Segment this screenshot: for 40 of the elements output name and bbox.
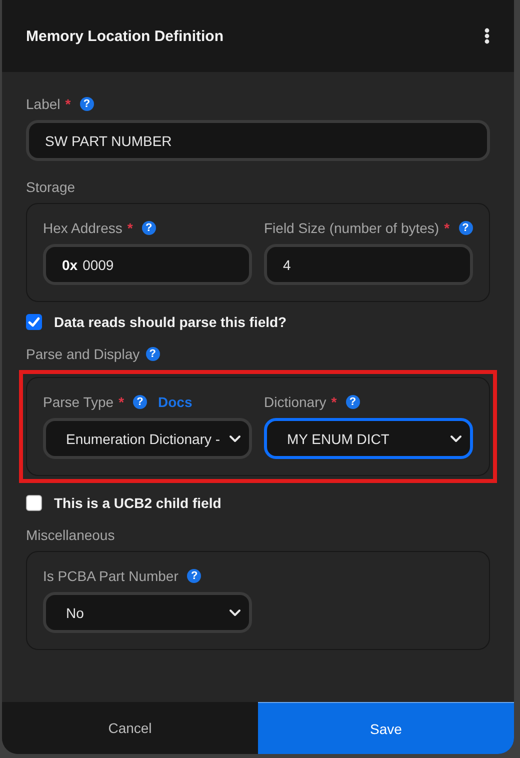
help-icon[interactable]: ? [458,221,473,235]
field-label: Label [26,96,60,112]
save-button[interactable]: Save [258,702,514,754]
dialog-title: Memory Location Definition [26,28,224,44]
field-label: Field Size (number of bytes) [264,220,440,236]
required-mark: * [65,96,71,112]
required-mark: * [444,220,450,236]
checkbox-label: Data reads should parse this field? [54,314,287,330]
checkbox[interactable] [26,314,42,330]
dropdown[interactable]: No [43,592,252,633]
section-title: Miscellaneous [26,527,115,543]
required-mark: * [331,394,337,410]
chevron-down-icon [229,434,241,442]
chevron-down-icon [450,434,462,442]
more-options-icon[interactable] [484,28,490,44]
dropdown[interactable]: Enumeration Dictionary - [43,418,252,459]
required-mark: * [118,394,124,410]
help-icon[interactable]: ? [80,97,94,111]
checkbox-label: This is a UCB2 child field [54,495,222,511]
dropdown[interactable]: MY ENUM DICT [264,418,473,459]
input-field[interactable]: 0x 0009 [43,244,252,285]
section-title: Storage [26,179,76,195]
help-icon[interactable]: ? [133,395,148,409]
help-icon[interactable]: ? [346,395,360,409]
checkbox[interactable] [26,495,42,511]
cancel-button[interactable]: Cancel [2,702,258,754]
field-label: Hex Address [43,220,122,236]
required-mark: * [127,220,133,236]
help-icon[interactable]: ? [187,569,202,583]
help-icon[interactable]: ? [142,221,156,235]
field-label: Is PCBA Part Number [43,568,178,584]
section-title: Parse and Display [26,346,140,362]
docs-link[interactable]: Docs [158,394,192,410]
chevron-down-icon [229,608,241,616]
help-icon[interactable]: ? [146,347,160,361]
input-field[interactable]: 4 [264,244,473,285]
field-label: Parse Type [43,394,114,410]
input-field[interactable]: SW PART NUMBER [26,120,490,161]
hex-prefix: 0x [62,256,78,272]
field-label: Dictionary [264,394,326,410]
